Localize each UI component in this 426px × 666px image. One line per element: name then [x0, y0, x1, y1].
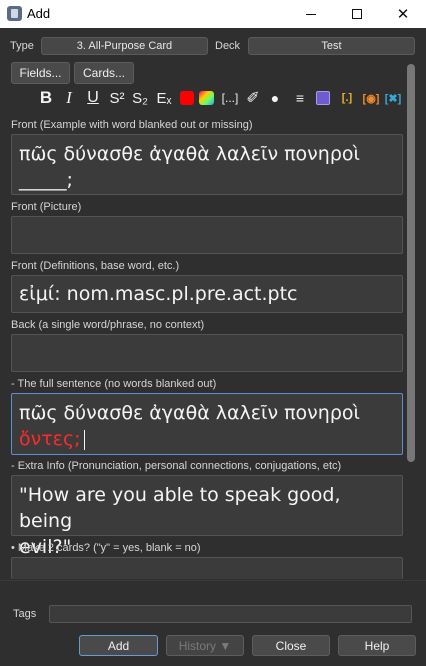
history-button[interactable]: History ▼ [166, 635, 244, 656]
more-options-icon[interactable]: ≡ [292, 87, 308, 109]
text-cursor [83, 429, 85, 450]
field-full-sentence-line1: πῶς δύνασθε ἀγαθὰ λαλεῖν πονηροὶ [19, 402, 360, 424]
clear-format-button[interactable]: Eₓ [154, 87, 174, 109]
minimize-icon [306, 13, 316, 15]
tags-input[interactable] [49, 605, 412, 623]
minimize-button[interactable] [288, 0, 334, 28]
field-label-front-definitions: Front (Definitions, base word, etc.) [11, 260, 180, 272]
superscript-button[interactable]: S² [108, 87, 126, 109]
cloze-button[interactable]: [...] [221, 87, 239, 109]
italic-button[interactable]: I [62, 87, 76, 109]
maximize-button[interactable] [334, 0, 380, 28]
window-title: Add [27, 6, 51, 21]
type-label: Type [10, 40, 34, 52]
text-color-button[interactable] [179, 87, 194, 109]
title-bar: Add ✕ [0, 0, 426, 28]
help-button[interactable]: Help [338, 635, 416, 656]
record-audio-icon[interactable]: ● [267, 87, 283, 109]
close-window-button[interactable]: ✕ [380, 0, 426, 28]
field-front-example-line2: _____; [19, 169, 73, 191]
field-front-definitions-value: εἰμί: nom.masc.pl.pre.act.ptc [19, 283, 298, 305]
field-back[interactable] [11, 334, 403, 372]
extension-purple-icon[interactable] [314, 87, 332, 109]
note-type-selector[interactable]: 3. All-Purpose Card [41, 37, 208, 55]
extension-purple-swatch [316, 91, 330, 105]
subscript-button[interactable]: S₂ [131, 87, 149, 109]
field-full-sentence[interactable]: πῶς δύνασθε ἀγαθὰ λαλεῖν πονηροὶ ὄντες; [11, 393, 403, 455]
field-label-full-sentence: - The full sentence (no words blanked ou… [11, 378, 217, 390]
field-label-make-two-cards: • Make 2 cards? ("y" = yes, blank = no) [11, 542, 201, 554]
cards-button[interactable]: Cards... [74, 62, 134, 84]
field-make-two-cards[interactable] [11, 557, 403, 579]
field-label-front-picture: Front (Picture) [11, 201, 82, 213]
close-button[interactable]: Close [252, 635, 330, 656]
fields-button[interactable]: Fields... [11, 62, 70, 84]
field-front-example-line1: πῶς δύνασθε ἀγαθὰ λαλεῖν πονηροὶ [19, 143, 360, 165]
underline-button[interactable]: U [85, 87, 101, 109]
field-label-front-example: Front (Example with word blanked out or … [11, 119, 253, 131]
field-front-definitions[interactable]: εἰμί: nom.masc.pl.pre.act.ptc [11, 275, 403, 313]
attach-paperclip-icon[interactable]: ✐ [244, 87, 262, 109]
field-front-example[interactable]: πῶς δύνασθε ἀγαθὰ λαλεῖν πονηροὶ _____; [11, 134, 403, 195]
red-highlighted-word: ὄντες; [19, 428, 81, 450]
maximize-icon [352, 9, 362, 19]
anki-app-icon [7, 6, 22, 21]
extension-target-icon[interactable]: [◉] [362, 87, 380, 109]
tags-label: Tags [13, 608, 37, 620]
deck-selector[interactable]: Test [248, 37, 415, 55]
separator [0, 580, 426, 581]
add-button[interactable]: Add [79, 635, 158, 656]
extension-x-icon[interactable]: [✖] [384, 87, 402, 109]
extension-bracket-icon[interactable]: [.] [338, 87, 356, 109]
highlight-swatch-icon [198, 91, 214, 105]
field-extra-info[interactable]: "How are you able to speak good, being e… [11, 475, 403, 558]
editor-scrollbar-thumb[interactable] [407, 64, 415, 462]
field-front-picture[interactable] [11, 216, 403, 254]
close-icon: ✕ [396, 6, 410, 23]
bold-button[interactable]: B [38, 87, 54, 109]
field-label-back: Back (a single word/phrase, no context) [11, 319, 205, 331]
field-extra-info-line1: "How are you able to speak good, being [19, 484, 341, 532]
deck-label: Deck [215, 40, 241, 52]
text-color-swatch [179, 91, 194, 105]
highlight-color-button[interactable] [198, 87, 214, 109]
field-label-extra-info: - Extra Info (Pronunciation, personal co… [11, 460, 342, 472]
